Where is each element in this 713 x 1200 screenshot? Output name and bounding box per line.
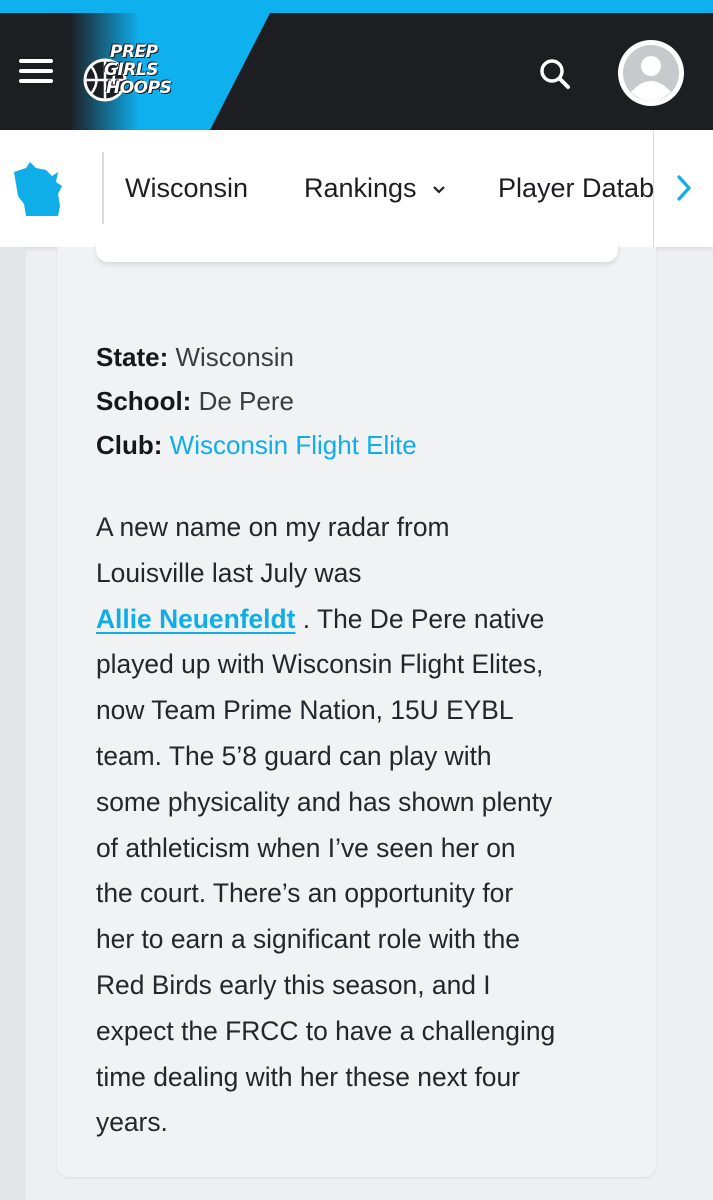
- hamburger-menu-icon[interactable]: [19, 57, 53, 85]
- chevron-right-icon: [677, 175, 691, 201]
- article-line: the court. There’s an opportunity for: [96, 878, 514, 909]
- club-info: Club: Wisconsin Flight Elite: [96, 428, 417, 462]
- state-info: State: Wisconsin: [96, 340, 294, 374]
- article-line: years.: [96, 1107, 168, 1138]
- embedded-card-bottom: [96, 240, 618, 262]
- article-paragraph: A new name on my radar from Louisville l…: [96, 505, 626, 1146]
- logo-wordmark: PREP GIRLS HOOPS: [104, 42, 172, 98]
- state-subnav: Wisconsin Rankings Player Datab: [0, 130, 713, 247]
- subnav-next-button[interactable]: [653, 130, 713, 247]
- article-line: of athleticism when I’ve seen her on: [96, 832, 516, 863]
- wisconsin-state-icon[interactable]: [12, 160, 68, 218]
- search-icon[interactable]: [537, 56, 573, 92]
- article-line: expect the FRCC to have a challenging: [96, 1015, 556, 1046]
- nav-item-player-database[interactable]: Player Datab: [498, 170, 654, 210]
- article-line-with-link: Allie Neuenfeldt . The De Pere native: [96, 597, 626, 643]
- page-left-rail: [0, 247, 26, 1200]
- article-line: time dealing with her these next four: [96, 1061, 520, 1092]
- school-label: School:: [96, 386, 192, 416]
- article-line: played up with Wisconsin Flight Elites,: [96, 649, 544, 680]
- article-line: now Team Prime Nation, 15U EYBL: [96, 695, 514, 726]
- article-line: her to earn a significant role with the: [96, 924, 520, 955]
- school-value: De Pere: [198, 386, 294, 416]
- article-line: team. The 5’8 guard can play with: [96, 740, 492, 771]
- player-name-link[interactable]: Allie Neuenfeldt: [96, 604, 295, 634]
- club-label: Club:: [96, 430, 163, 460]
- article-line: Red Birds early this season, and I: [96, 969, 491, 1000]
- nav-item-rankings[interactable]: Rankings: [304, 170, 446, 206]
- site-logo[interactable]: PREP GIRLS HOOPS: [80, 41, 190, 103]
- article-line: A new name on my radar from: [96, 512, 450, 542]
- nav-item-rankings-label: Rankings: [304, 173, 417, 203]
- user-avatar-icon[interactable]: [618, 40, 684, 106]
- state-value: Wisconsin: [175, 342, 294, 372]
- site-header: PREP GIRLS HOOPS: [0, 13, 713, 130]
- article-line: some physicality and has shown plenty: [96, 786, 553, 817]
- club-link[interactable]: Wisconsin Flight Elite: [170, 430, 417, 460]
- nav-item-wisconsin[interactable]: Wisconsin: [125, 170, 248, 206]
- chevron-down-icon: [433, 186, 445, 194]
- school-info: School: De Pere: [96, 384, 294, 418]
- subnav-divider: [102, 152, 104, 224]
- state-label: State:: [96, 342, 169, 372]
- nav-item-player-database-label: Player Datab: [498, 173, 654, 203]
- article-line-tail: . The De Pere native: [295, 603, 545, 634]
- article-line: Louisville last July was: [96, 557, 362, 588]
- top-accent-strip: [0, 0, 713, 13]
